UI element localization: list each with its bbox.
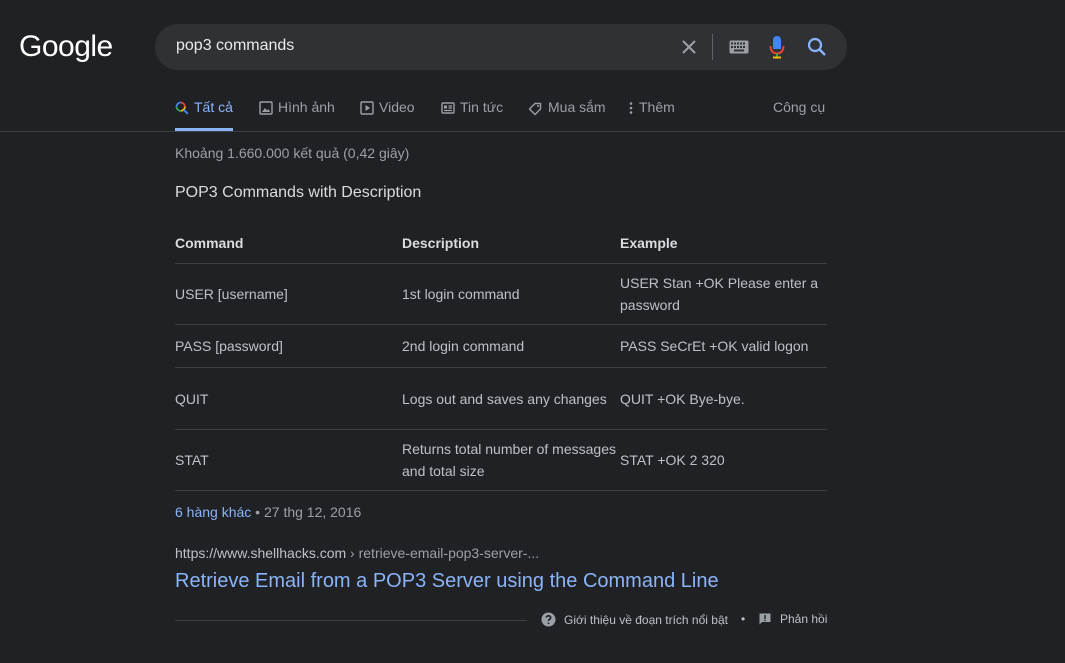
video-icon (360, 101, 374, 115)
tab-label: Video (379, 99, 415, 115)
about-snippets-button[interactable]: Giới thiệu về đoạn trích nổi bật (541, 612, 728, 627)
table-row: QUIT Logs out and saves any changes QUIT… (175, 368, 827, 430)
feedback-icon (759, 613, 771, 625)
table-cell: USER Stan +OK Please enter a password (620, 275, 819, 313)
table-header: Command Description Example (175, 222, 827, 264)
table-cell: PASS SeCrEt +OK valid logon (620, 338, 809, 354)
google-logo[interactable]: Google (19, 30, 113, 64)
feedback-button[interactable]: Phản hồi (758, 612, 827, 626)
tab-label: Tất cả (194, 99, 233, 115)
table-cell: STAT (175, 452, 209, 468)
about-snippets-label: Giới thiệu về đoạn trích nổi bật (564, 612, 728, 627)
result-title-link[interactable]: Retrieve Email from a POP3 Server using … (175, 570, 719, 593)
more-rows-line: 6 hàng khác • 27 thg 12, 2016 (175, 504, 361, 520)
feedback-label: Phản hồi (780, 612, 828, 626)
image-icon (259, 101, 273, 115)
table-cell: PASS [password] (175, 338, 283, 354)
keyboard-icon[interactable] (724, 24, 754, 70)
tab-label: Tin tức (460, 99, 504, 115)
footer-separator: • (741, 612, 746, 626)
search-box[interactable]: pop3 commands (155, 24, 847, 70)
more-rows-link[interactable]: 6 hàng khác (175, 504, 251, 520)
snippet-title: POP3 Commands with Description (175, 184, 422, 201)
table-cell: Logs out and saves any changes (402, 390, 607, 407)
snippet-table: Command Description Example USER [userna… (175, 222, 827, 491)
tab-label: Thêm (639, 99, 675, 115)
table-cell: 2nd login command (402, 338, 525, 354)
table-row: PASS [password] 2nd login command PASS S… (175, 325, 827, 368)
tab-label: Hình ảnh (278, 99, 335, 115)
column-header: Description (402, 234, 480, 251)
table-cell: Returns total number of messages and tot… (402, 441, 616, 479)
result-cite[interactable]: https://www.shellhacks.com › retrieve-em… (175, 545, 539, 561)
tab-videos[interactable]: Video (360, 99, 415, 131)
search-icon[interactable] (803, 24, 831, 70)
help-icon (541, 612, 556, 627)
search-tabs: Tất cả Hình ảnh Video Tin tức Mua sắm Th… (0, 84, 1065, 132)
mic-icon[interactable] (763, 24, 791, 70)
tab-all[interactable]: Tất cả (175, 99, 233, 131)
cite-path: › retrieve-email-pop3-server-... (346, 545, 540, 561)
search-icon (175, 101, 189, 115)
table-cell: STAT +OK 2 320 (620, 452, 725, 468)
table-row: USER [username] 1st login command USER S… (175, 264, 827, 325)
column-header: Command (175, 234, 244, 251)
table-row: STAT Returns total number of messages an… (175, 430, 827, 491)
cite-domain: https://www.shellhacks.com (175, 545, 347, 561)
tab-label: Mua sắm (548, 99, 606, 115)
search-divider (712, 34, 713, 60)
table-cell: QUIT (175, 390, 209, 407)
more-vert-icon (629, 102, 633, 114)
news-icon (441, 102, 455, 114)
snippet-date: • 27 thg 12, 2016 (251, 504, 362, 520)
tag-icon (528, 102, 542, 116)
search-results-page: Google pop3 commands Tất cả Hình ảnh Vid… (0, 0, 1065, 663)
tab-images[interactable]: Hình ảnh (259, 99, 335, 131)
table-cell: 1st login command (402, 286, 520, 302)
tab-shopping[interactable]: Mua sắm (528, 99, 606, 131)
table-cell: QUIT +OK Bye-bye. (620, 390, 745, 407)
footer-divider (175, 620, 527, 621)
clear-icon[interactable] (675, 24, 703, 70)
tab-news[interactable]: Tin tức (441, 99, 503, 131)
result-stats: Khoảng 1.660.000 kết quả (0,42 giây) (175, 145, 410, 161)
table-cell: USER [username] (175, 286, 288, 302)
tools-button[interactable]: Công cụ (773, 99, 825, 115)
column-header: Example (620, 234, 678, 251)
tab-more[interactable]: Thêm (628, 99, 675, 131)
search-input[interactable]: pop3 commands (176, 37, 294, 55)
